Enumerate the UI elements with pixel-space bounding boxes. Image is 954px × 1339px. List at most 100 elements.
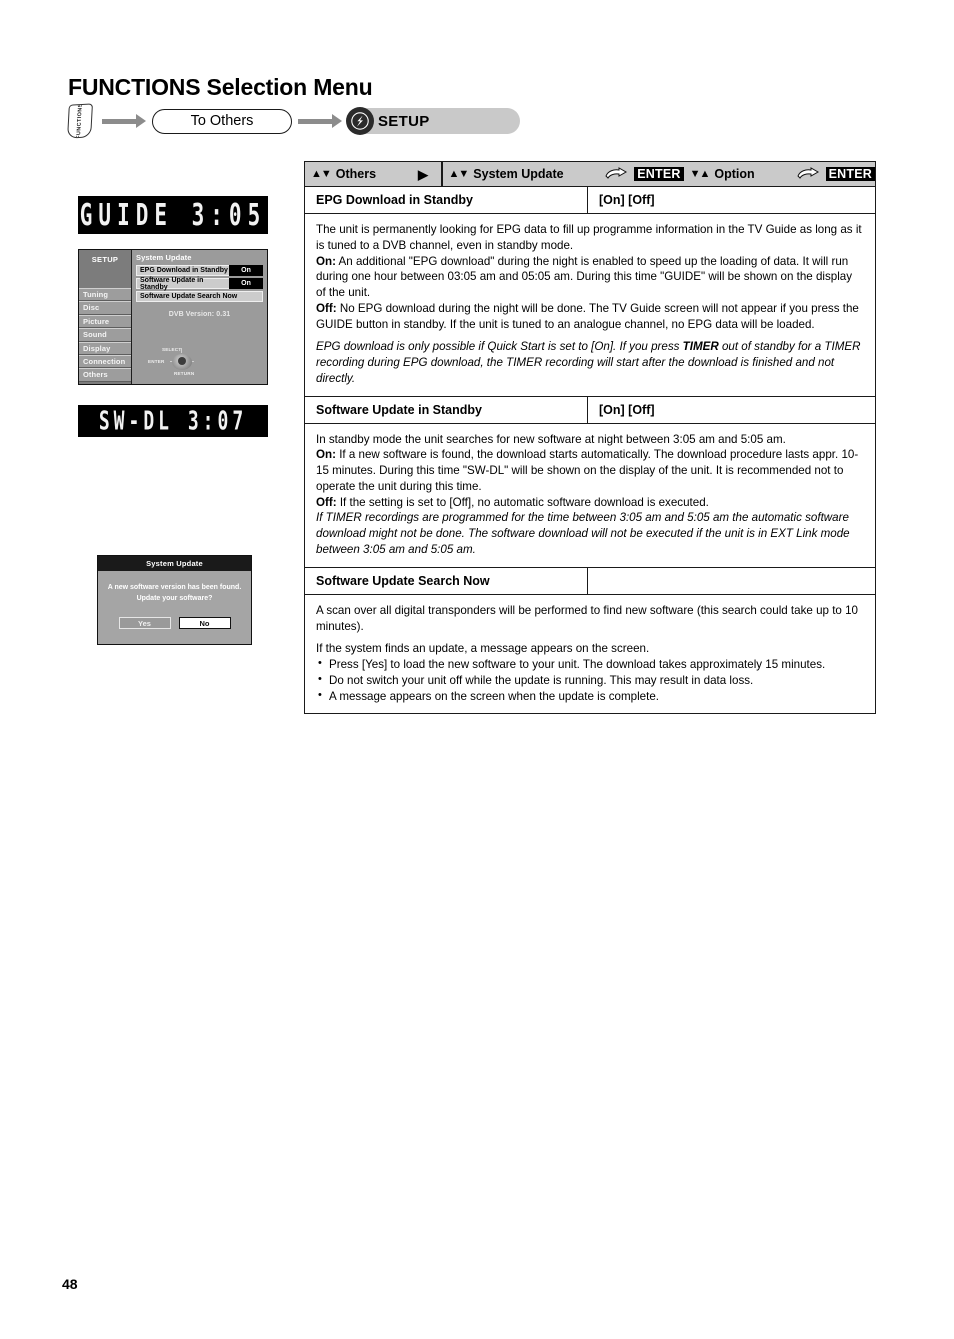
- osd-row-software-update-search[interactable]: Software Update Search Now: [136, 291, 263, 302]
- section-paragraph: The unit is permanently looking for EPG …: [316, 223, 862, 252]
- pointing-hand-icon: [604, 167, 632, 181]
- osd-nav-select-label: SELECT: [162, 347, 182, 352]
- navbar-enter-1-badge: ENTER: [634, 167, 684, 181]
- osd-category-picture[interactable]: Picture: [79, 314, 131, 329]
- osd-category-connection[interactable]: Connection: [79, 354, 131, 369]
- osd-row-software-update-standby[interactable]: Software Update in Standby On: [136, 277, 263, 291]
- page-title: FUNCTIONS Selection Menu: [68, 74, 373, 101]
- osd-dvb-version: DVB Version: 0.31: [168, 311, 231, 318]
- system-update-dialog-message-line1: A new software version has been found.: [107, 584, 242, 591]
- section-options: [588, 568, 875, 594]
- osd-row-software-update-search-label: Software Update Search Now: [136, 291, 263, 302]
- section-header: Software Update Search Now: [305, 567, 875, 595]
- osd-category-disc[interactable]: Disc: [79, 301, 131, 315]
- right-arrow-icon: ▶: [418, 166, 428, 182]
- system-update-dialog: System Update A new software version has…: [97, 555, 252, 645]
- section-epg-download-in-standby: EPG Download in Standby [On] [Off] The u…: [305, 187, 875, 397]
- section-options: [On] [Off]: [599, 193, 655, 207]
- osd-panel-title: System Update: [136, 253, 192, 262]
- section-paragraph: If the system finds an update, a message…: [316, 642, 650, 656]
- functions-button-icon[interactable]: FUNCTIONS: [67, 103, 93, 139]
- osd-category-display[interactable]: Display: [79, 341, 131, 355]
- osd-sidebar-title: SETUP: [91, 255, 119, 264]
- osd-category-sound[interactable]: Sound: [79, 328, 131, 342]
- up-down-arrows-icon: ▲▼: [311, 167, 332, 180]
- page-number: 48: [62, 1276, 78, 1292]
- section-name: Software Update in Standby: [305, 396, 588, 423]
- section-body: The unit is permanently looking for EPG …: [305, 214, 875, 396]
- section-paragraph: Off: No EPG download during the night wi…: [316, 301, 859, 331]
- osd-row-epg-download-label: EPG Download in Standby: [136, 265, 229, 276]
- system-update-dialog-buttons: Yes No: [98, 617, 251, 629]
- section-name: Software Update Search Now: [305, 567, 588, 594]
- system-update-yes-button[interactable]: Yes: [118, 617, 171, 629]
- osd-sidebar: SETUP Tuning Disc Picture Sound Display …: [79, 250, 131, 384]
- navbar-option-label: Option: [714, 167, 755, 181]
- menu-path-navbar: ▲▼ Others ▶ ▲▼ System Update ENTER ▼▲ Op…: [304, 161, 876, 186]
- table-sections: EPG Download in Standby [On] [Off] The u…: [304, 186, 876, 715]
- osd-category-tuning[interactable]: Tuning: [79, 288, 131, 302]
- osd-nav-return-label: RETURN: [174, 371, 195, 376]
- guide-display-text: GUIDE 3:05: [79, 197, 267, 233]
- list-item: Press [Yes] to load the new software to …: [316, 656, 864, 673]
- breadcrumb-step-to-others-label: To Others: [190, 113, 254, 129]
- functions-reference-table: ▲▼ Others ▶ ▲▼ System Update ENTER ▼▲ Op…: [304, 161, 876, 715]
- breadcrumb-step-to-others[interactable]: To Others: [152, 108, 292, 134]
- list-item: Do not switch your unit off while the up…: [316, 672, 864, 689]
- navbar-enter-1[interactable]: ENTER: [598, 162, 684, 186]
- swdl-display-text: SW-DL 3:07: [98, 405, 248, 437]
- section-header: Software Update in Standby [On] [Off]: [305, 396, 875, 424]
- system-update-dialog-message-line2: Update your software?: [136, 594, 213, 602]
- navbar-system-update-label: System Update: [473, 167, 564, 181]
- osd-category-others[interactable]: Others: [79, 368, 131, 382]
- down-up-arrows-icon: ▼▲: [689, 167, 711, 180]
- section-body: In standby mode the unit searches for ne…: [305, 424, 875, 567]
- guide-display: GUIDE 3:05: [78, 196, 268, 234]
- navbar-right-arrow: ▶: [405, 162, 441, 186]
- breadcrumb-arrow-2-icon: [298, 114, 342, 128]
- osd-nav-wheel-icon: SELECT ENTER RETURN: [132, 347, 267, 381]
- system-update-dialog-title: System Update: [98, 556, 251, 571]
- section-software-update-in-standby: Software Update in Standby [On] [Off] In…: [305, 396, 875, 568]
- section-note: EPG download is only possible if Quick S…: [316, 340, 861, 385]
- setup-osd-screenshot: SETUP Tuning Disc Picture Sound Display …: [78, 249, 268, 385]
- section-note: If TIMER recordings are programmed for t…: [316, 511, 850, 557]
- navbar-option[interactable]: ▼▲ Option: [684, 162, 790, 186]
- system-update-dialog-message: A new software version has been found. U…: [98, 571, 251, 604]
- section-software-update-search-now: Software Update Search Now A scan over a…: [305, 567, 875, 714]
- section-body: A scan over all digital transponders wil…: [305, 595, 875, 714]
- list-item: A message appears on the screen when the…: [316, 688, 864, 705]
- up-down-arrows-icon: ▲▼: [448, 167, 470, 180]
- navbar-others-label: Others: [335, 167, 377, 181]
- breadcrumb: FUNCTIONS To Others SETUP: [67, 103, 520, 139]
- section-paragraph: In standby mode the unit searches for ne…: [316, 432, 786, 446]
- osd-row-software-update-standby-label: Software Update in Standby: [136, 277, 229, 291]
- system-update-no-button[interactable]: No: [178, 617, 231, 629]
- osd-nav-enter-label: ENTER: [148, 359, 165, 364]
- navbar-enter-2[interactable]: ENTER: [790, 162, 875, 186]
- pointing-hand-icon: [796, 167, 824, 181]
- page-title-rest: Selection Menu: [200, 74, 373, 100]
- section-paragraph: On: If a new software is found, the down…: [316, 448, 859, 493]
- navbar-enter-2-badge: ENTER: [825, 167, 875, 181]
- osd-row-epg-download[interactable]: EPG Download in Standby On: [136, 265, 263, 276]
- section-header: EPG Download in Standby [On] [Off]: [305, 187, 875, 214]
- functions-button-label: FUNCTIONS: [76, 103, 84, 139]
- breadcrumb-step-setup[interactable]: SETUP: [346, 107, 520, 135]
- section-paragraph: Off: If the setting is set to [Off], no …: [316, 495, 709, 509]
- breadcrumb-step-setup-label: SETUP: [378, 112, 430, 130]
- osd-row-software-update-standby-value: On: [229, 278, 263, 289]
- setup-wrench-icon: [346, 107, 374, 135]
- navbar-system-update[interactable]: ▲▼ System Update: [443, 162, 599, 186]
- section-options: [On] [Off]: [599, 402, 655, 417]
- page-title-strong: FUNCTIONS: [68, 74, 201, 100]
- navbar-others[interactable]: ▲▼ Others: [305, 162, 405, 186]
- section-bullet-list: Press [Yes] to load the new software to …: [316, 656, 864, 705]
- osd-content-panel: System Update EPG Download in Standby On…: [131, 250, 267, 384]
- breadcrumb-arrow-1-icon: [102, 114, 146, 128]
- section-paragraph: A scan over all digital transponders wil…: [316, 603, 858, 633]
- section-paragraph: On: An additional "EPG download" during …: [316, 254, 853, 300]
- swdl-display: SW-DL 3:07: [78, 405, 268, 437]
- section-name: EPG Download in Standby: [305, 187, 588, 213]
- osd-row-epg-download-value: On: [229, 265, 263, 276]
